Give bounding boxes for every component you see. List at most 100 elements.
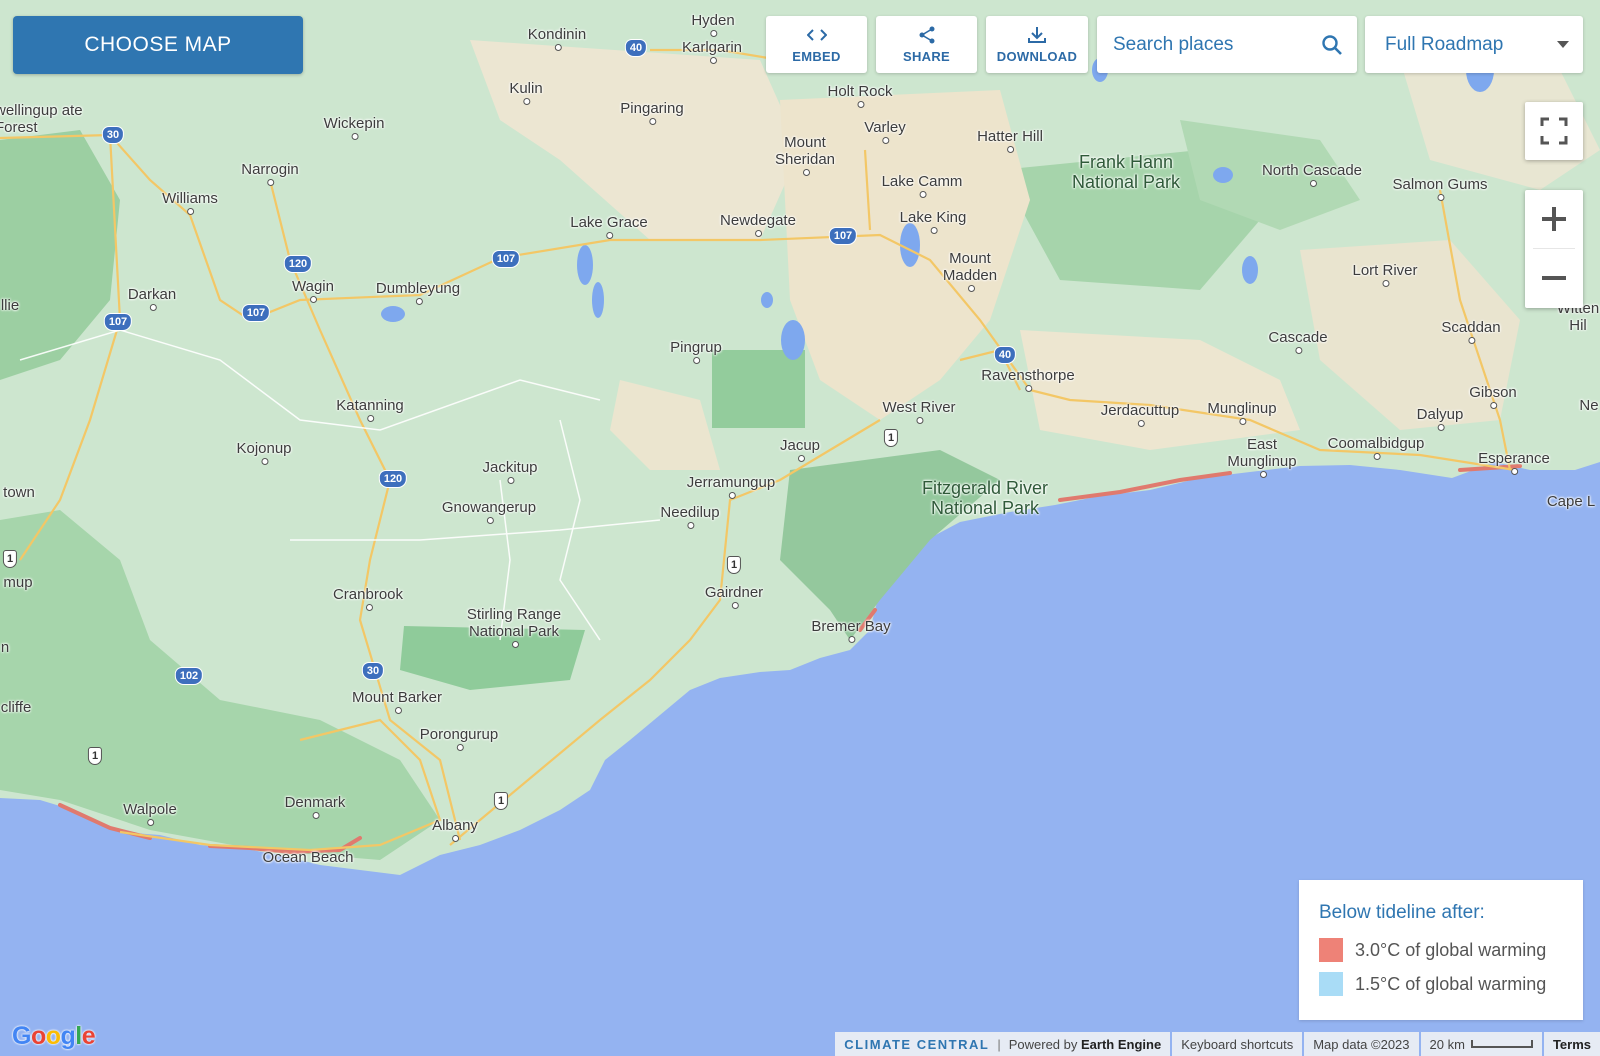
place-label[interactable]: Walpole [123,801,177,826]
place-label[interactable]: Hyden [691,12,735,37]
place-label[interactable]: Cascade [1268,329,1328,354]
google-logo[interactable]: Google [12,1022,96,1051]
keyboard-shortcuts-link[interactable]: Keyboard shortcuts [1172,1032,1303,1056]
place-label[interactable]: llie [1,297,19,318]
place-label[interactable]: Darkan [128,286,176,311]
legend-item: 3.0°C of global warming [1319,938,1563,962]
map-data-label: Map data ©2023 [1304,1032,1419,1056]
place-label[interactable]: Esperance [1478,450,1550,475]
place-label[interactable]: Ocean Beach [263,849,354,870]
place-label[interactable]: Lort River [1352,262,1418,287]
share-button[interactable]: SHARE [876,16,977,73]
place-label[interactable]: North Cascade [1262,162,1362,187]
chevron-down-icon [1557,41,1569,48]
place-label[interactable]: town [3,484,35,505]
search-input[interactable] [1113,33,1313,56]
powered-by-prefix: Powered by [1008,1036,1078,1052]
highway-shield: 1 [493,792,509,810]
place-label[interactable]: Lake King [900,209,966,234]
legend: Below tideline after: 3.0°C of global wa… [1299,880,1583,1020]
park-label[interactable]: Stirling Range National Park [449,606,579,648]
share-label: SHARE [902,49,950,64]
place-label[interactable]: Munglinup [1207,400,1277,425]
map-type-select[interactable]: Full Roadmap [1365,16,1583,73]
place-label[interactable]: East Munglinup [1217,436,1307,478]
embed-button[interactable]: EMBED [766,16,867,73]
download-button[interactable]: DOWNLOAD [986,16,1088,73]
park-label[interactable]: Frank Hann National Park [1046,152,1206,196]
place-label[interactable]: Pingrup [670,339,722,364]
place-label[interactable]: Gnowangerup [442,499,536,524]
place-label[interactable]: Salmon Gums [1392,176,1488,201]
highway-shield: 1 [2,550,18,568]
place-label[interactable]: West River [882,399,956,424]
park-label[interactable]: Fitzgerald River National Park [915,478,1055,522]
scale-indicator[interactable]: 20 km [1420,1032,1542,1056]
place-label[interactable]: Scaddan [1441,319,1501,344]
highway-shield: 30 [361,662,385,680]
place-label[interactable]: mup [3,574,32,595]
place-label[interactable]: Pingaring [620,100,684,125]
place-label[interactable]: Lake Grace [570,214,648,239]
legend-label: 3.0°C of global warming [1355,939,1547,960]
place-label[interactable]: Bremer Bay [811,618,891,643]
zoom-out-button[interactable] [1525,249,1583,307]
place-label[interactable]: Narrogin [241,161,299,186]
place-label[interactable]: Cape L [1547,493,1595,514]
place-label[interactable]: Cranbrook [333,586,403,611]
highway-shield: 1 [726,556,742,574]
highway-shield: 102 [174,667,204,685]
place-label[interactable]: Mount Sheridan [765,134,845,176]
search-box [1097,16,1357,73]
scale-label: 20 km [1429,1036,1465,1052]
place-label[interactable]: Gairdner [705,584,763,609]
place-label[interactable]: Denmark [285,794,345,819]
earth-engine-link[interactable]: Earth Engine [1081,1037,1161,1052]
place-label[interactable]: Ne [1579,397,1598,418]
place-label[interactable]: cliffe [1,699,32,720]
place-label[interactable]: Kojonup [236,440,292,465]
place-label[interactable]: Mount Madden [930,250,1010,292]
place-label[interactable]: wellingup ate Forest [0,102,87,140]
place-label[interactable]: Varley [864,119,906,144]
choose-map-button[interactable]: CHOOSE MAP [13,16,303,74]
place-label[interactable]: n [1,639,9,660]
place-label[interactable]: Jacup [780,437,820,462]
place-label[interactable]: Lake Camm [882,173,962,198]
place-label[interactable]: Porongurup [420,726,498,751]
highway-shield: 1 [883,429,899,447]
place-label[interactable]: Needilup [660,504,720,529]
place-label[interactable]: Hatter Hill [977,128,1043,153]
highway-shield: 40 [624,39,648,57]
minus-icon [1542,276,1566,280]
place-label[interactable]: Wickepin [324,115,384,140]
place-label[interactable]: Jackitup [482,459,538,484]
map-type-value: Full Roadmap [1385,33,1504,55]
place-label[interactable]: Gibson [1469,384,1517,409]
place-label[interactable]: Ravensthorpe [981,367,1075,392]
place-label[interactable]: Wagin [292,278,334,303]
place-label[interactable]: Newdegate [720,212,796,237]
place-label[interactable]: Jerramungup [687,474,775,499]
terms-link[interactable]: Terms [1543,1032,1600,1056]
place-label[interactable]: Kulin [509,80,543,105]
place-label[interactable]: Mount Barker [352,689,442,714]
search-icon[interactable] [1321,34,1343,56]
climate-central-brand[interactable]: CLIMATE CENTRAL [844,1037,989,1052]
place-label[interactable]: Williams [162,190,218,215]
place-label[interactable]: Jerdacuttup [1101,402,1179,427]
code-icon [806,25,827,45]
place-label[interactable]: Kondinin [528,26,586,51]
plus-icon [1542,207,1566,231]
fullscreen-button[interactable] [1525,102,1583,160]
place-label[interactable]: Karlgarin [682,39,742,64]
place-label[interactable]: Coomalbidgup [1328,435,1424,460]
zoom-control [1525,190,1583,308]
place-label[interactable]: Katanning [336,397,404,422]
zoom-in-button[interactable] [1525,190,1583,248]
place-label[interactable]: Dumbleyung [376,280,460,305]
place-label[interactable]: Holt Rock [827,83,893,108]
place-label[interactable]: Albany [432,817,478,842]
highway-shield: 107 [828,227,858,245]
place-label[interactable]: Dalyup [1417,406,1463,431]
